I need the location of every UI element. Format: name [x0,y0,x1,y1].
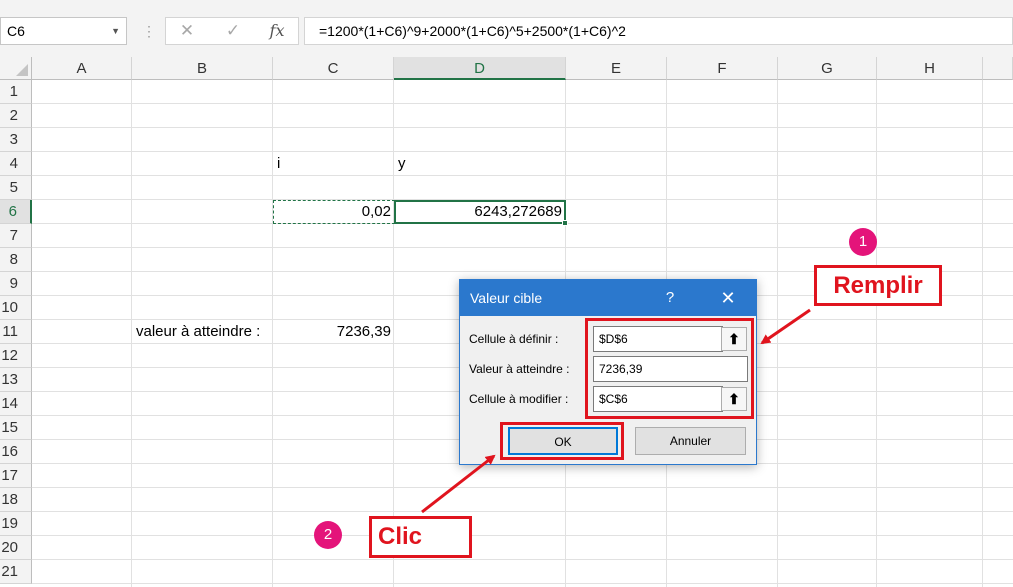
row-gridline [32,127,1013,128]
row-header-10[interactable]: 10 [0,296,32,320]
row-header-11[interactable]: 11 [0,320,32,344]
row-header-7[interactable]: 7 [0,224,32,248]
row-header-6[interactable]: 6 [0,200,32,224]
column-header-e[interactable]: E [566,57,667,80]
formula-bar: C6 ▼ ⋮ ✕ ✓ fx =1200*(1+C6)^9+2000*(1+C6)… [0,0,1013,60]
column-gridline [131,80,132,587]
column-header-d[interactable]: D [394,57,566,80]
fill-handle[interactable] [562,220,568,226]
row-gridline [32,511,1013,512]
row-gridline [32,175,1013,176]
row-header-2[interactable]: 2 [0,104,32,128]
column-header-i[interactable] [983,57,1013,80]
row-header-21[interactable]: 21 [0,560,32,584]
chevron-down-icon[interactable]: ▼ [111,18,120,44]
row-header-16[interactable]: 16 [0,440,32,464]
name-box-value: C6 [7,23,25,39]
row-gridline [32,103,1013,104]
row-gridline [32,559,1013,560]
cancel-icon[interactable]: ✕ [172,18,202,44]
column-header-c[interactable]: C [273,57,394,80]
formula-bar-buttons: ✕ ✓ fx [165,17,299,45]
cell-c4[interactable]: i [277,153,280,175]
step-2-badge: 2 [314,521,342,549]
row-header-17[interactable]: 17 [0,464,32,488]
cell-d4[interactable]: y [398,153,406,175]
insert-function-icon[interactable]: fx [262,18,292,44]
cell-b11[interactable]: valeur à atteindre : [136,321,260,343]
column-header-g[interactable]: G [778,57,877,80]
row-header-20[interactable]: 20 [0,536,32,560]
row-header-8[interactable]: 8 [0,248,32,272]
row-header-19[interactable]: 19 [0,512,32,536]
copy-marquee [273,200,395,224]
row-gridline [32,487,1013,488]
cell-c11[interactable]: 7236,39 [273,321,391,343]
column-gridline [777,80,778,587]
enter-icon[interactable]: ✓ [218,18,248,44]
cancel-button[interactable]: Annuler [635,427,746,455]
column-header-f[interactable]: F [667,57,778,80]
close-icon[interactable]: ✕ [713,280,743,316]
drag-handle-icon[interactable]: ⋮ [142,19,156,43]
dialog-title: Valeur cible [470,290,543,306]
name-box[interactable]: C6 ▼ [0,17,127,45]
row-header-14[interactable]: 14 [0,392,32,416]
row-header-4[interactable]: 4 [0,152,32,176]
active-cell-border [394,200,566,224]
step-1-label: Remplir [814,265,942,306]
set-cell-label: Cellule à définir : [469,332,559,346]
row-gridline [32,583,1013,584]
changing-cell-label: Cellule à modifier : [469,392,569,406]
row-header-1[interactable]: 1 [0,80,32,104]
row-header-12[interactable]: 12 [0,344,32,368]
to-value-label: Valeur à atteindre : [469,362,570,376]
help-icon[interactable]: ? [658,280,682,316]
column-header-a[interactable]: A [32,57,132,80]
highlight-inputs-box [585,318,754,419]
row-header-5[interactable]: 5 [0,176,32,200]
column-header-b[interactable]: B [132,57,273,80]
row-header-3[interactable]: 3 [0,128,32,152]
row-header-9[interactable]: 9 [0,272,32,296]
column-gridline [393,80,394,587]
column-gridline [982,80,983,587]
row-header-13[interactable]: 13 [0,368,32,392]
formula-input[interactable]: =1200*(1+C6)^9+2000*(1+C6)^5+2500*(1+C6)… [304,17,1013,45]
step-1-badge: 1 [849,228,877,256]
dialog-title-bar[interactable]: Valeur cible ? ✕ [460,280,756,316]
row-header-18[interactable]: 18 [0,488,32,512]
select-all-button[interactable] [0,57,32,80]
row-header-15[interactable]: 15 [0,416,32,440]
column-gridline [876,80,877,587]
step-2-label: Clic [369,516,472,558]
highlight-ok-box [500,422,624,460]
column-header-h[interactable]: H [877,57,983,80]
row-gridline [32,535,1013,536]
row-gridline [32,151,1013,152]
